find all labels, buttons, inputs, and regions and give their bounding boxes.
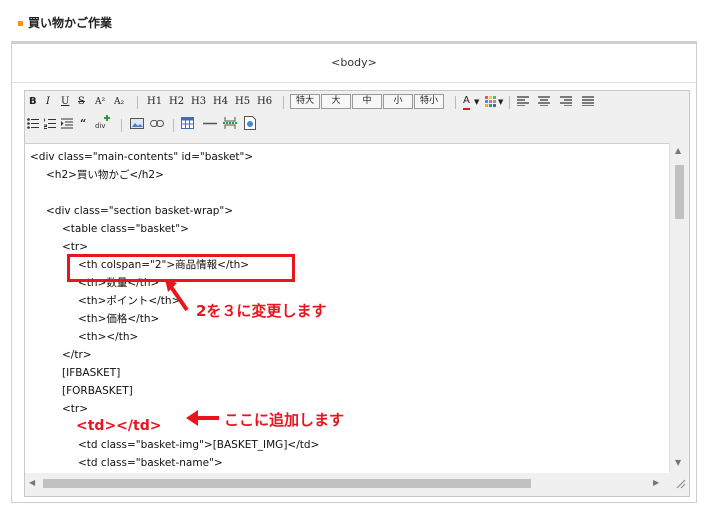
- font-size-medium-button[interactable]: 中: [352, 94, 382, 109]
- superscript-button[interactable]: A²: [95, 95, 105, 109]
- code-line: <div class="section basket-wrap">: [46, 205, 234, 217]
- image-icon[interactable]: [130, 118, 144, 129]
- subscript-button[interactable]: A₂: [114, 95, 124, 109]
- underline-button[interactable]: U: [61, 95, 69, 109]
- align-center-icon[interactable]: [538, 96, 550, 106]
- h5-button[interactable]: H5: [235, 95, 250, 109]
- section-title: 買い物かご作業: [18, 14, 112, 31]
- editor-panel: <body> B I U S A² A₂ H1 H2 H3 H4 H5 H6 特…: [11, 41, 697, 503]
- code-line: </tr>: [62, 349, 92, 361]
- toolbar-separator: [455, 96, 456, 109]
- font-size-large-button[interactable]: 大: [321, 94, 351, 109]
- code-line: <td class="basket-img">[BASKET_IMG]</td>: [78, 439, 320, 451]
- svg-text:div: div: [95, 122, 106, 130]
- toolbar-separator: [283, 96, 284, 109]
- code-line: <table class="basket">: [62, 223, 189, 235]
- chevron-down-icon[interactable]: ▼: [498, 95, 503, 109]
- font-size-xlarge-button[interactable]: 特大: [290, 94, 320, 109]
- h3-button[interactable]: H3: [191, 95, 206, 109]
- page-break-icon[interactable]: [223, 117, 237, 129]
- numbered-list-icon[interactable]: [44, 118, 56, 129]
- rich-text-editor: B I U S A² A₂ H1 H2 H3 H4 H5 H6 特大 大 中 小…: [24, 90, 690, 497]
- link-icon[interactable]: [150, 120, 164, 127]
- change-annotation: 2を３に変更します: [196, 302, 327, 320]
- scroll-down-icon[interactable]: ▼: [675, 458, 681, 467]
- toolbar-separator: [121, 119, 122, 132]
- align-justify-icon[interactable]: [582, 96, 594, 106]
- scroll-right-icon[interactable]: ▶: [653, 478, 659, 487]
- blockquote-icon[interactable]: “: [80, 117, 86, 131]
- horizontal-scroll-thumb[interactable]: [43, 479, 531, 488]
- html-source-textarea[interactable]: <div class="main-contents" id="basket"> …: [25, 143, 669, 473]
- toolbar-separator: [137, 96, 138, 109]
- add-annotation: ここに追加します: [224, 411, 345, 429]
- h6-button[interactable]: H6: [257, 95, 272, 109]
- font-size-xsmall-button[interactable]: 特小: [414, 94, 444, 109]
- font-size-small-button[interactable]: 小: [383, 94, 413, 109]
- align-right-icon[interactable]: [560, 96, 572, 106]
- body-tag-label: <body>: [331, 56, 377, 69]
- h1-button[interactable]: H1: [147, 95, 162, 109]
- editor-toolbar: B I U S A² A₂ H1 H2 H3 H4 H5 H6 特大 大 中 小…: [25, 91, 689, 141]
- code-line: <tr>: [62, 241, 89, 253]
- chevron-down-icon[interactable]: ▼: [474, 95, 479, 109]
- toolbar-separator: [509, 96, 510, 109]
- scroll-up-icon[interactable]: ▲: [675, 146, 681, 155]
- code-line: <div class="main-contents" id="basket">: [30, 151, 254, 163]
- scroll-left-icon[interactable]: ◀: [29, 478, 35, 487]
- code-line: <tr>: [62, 403, 89, 415]
- code-line: <th>価格</th>: [78, 313, 160, 325]
- font-color-button[interactable]: A: [463, 94, 470, 110]
- panel-header: <body>: [12, 44, 696, 83]
- toolbar-separator: [173, 119, 174, 132]
- arrow-up-icon: [165, 279, 189, 312]
- code-line: <h2>買い物かご</h2>: [46, 169, 164, 181]
- italic-button[interactable]: I: [46, 95, 50, 109]
- preview-icon[interactable]: [244, 116, 256, 130]
- arrow-left-icon: [186, 410, 219, 426]
- section-title-text: 買い物かご作業: [28, 16, 113, 30]
- vertical-scrollbar[interactable]: ▲ ▼: [669, 143, 689, 472]
- resize-grip-icon[interactable]: [676, 479, 686, 489]
- bullet-icon: [18, 21, 23, 26]
- background-color-icon[interactable]: [485, 96, 496, 107]
- strikethrough-button[interactable]: S: [78, 95, 85, 109]
- horizontal-rule-icon[interactable]: [203, 122, 217, 125]
- added-td-annotation: <td></td>: [76, 418, 162, 434]
- vertical-scroll-thumb[interactable]: [675, 165, 684, 219]
- align-left-icon[interactable]: [517, 96, 529, 106]
- code-line: [FORBASKET]: [62, 385, 133, 397]
- bullet-list-icon[interactable]: [27, 118, 39, 129]
- code-line: [IFBASKET]: [62, 367, 121, 379]
- h4-button[interactable]: H4: [213, 95, 228, 109]
- bold-button[interactable]: B: [29, 95, 37, 109]
- code-line: <td class="basket-name">: [78, 457, 223, 469]
- h2-button[interactable]: H2: [169, 95, 184, 109]
- code-line: <th></th>: [78, 331, 139, 343]
- insert-div-icon[interactable]: div: [95, 115, 113, 130]
- indent-icon[interactable]: [61, 118, 73, 129]
- horizontal-scrollbar[interactable]: ◀ ▶: [25, 473, 669, 494]
- table-icon[interactable]: [181, 117, 194, 129]
